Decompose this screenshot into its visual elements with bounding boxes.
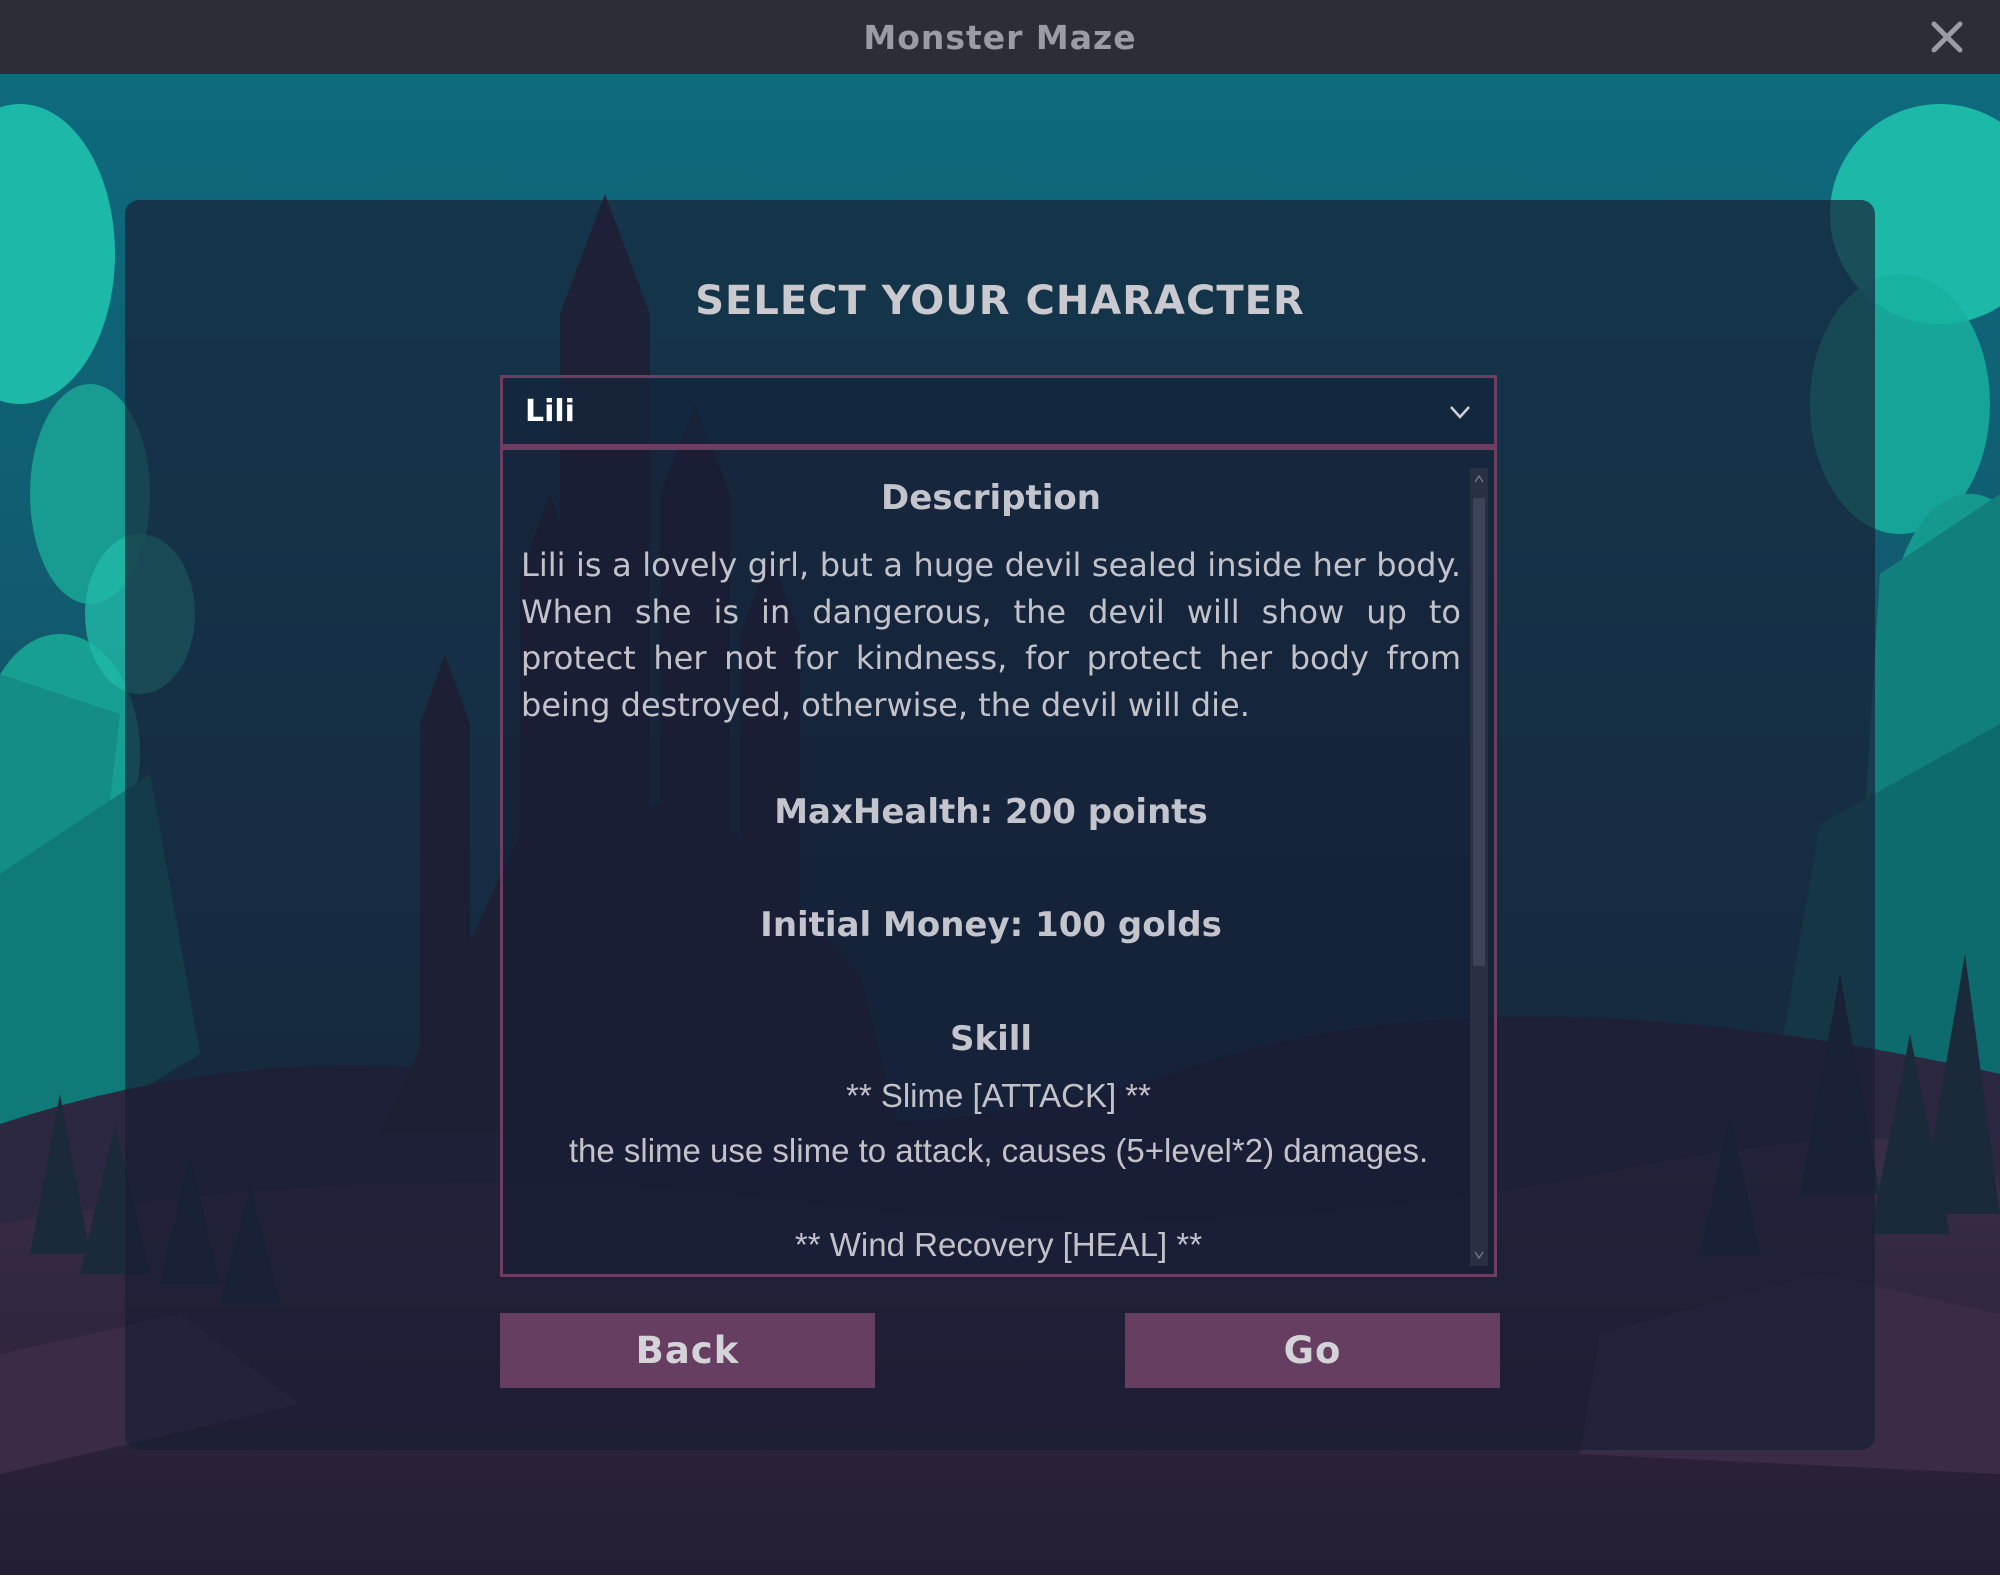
window-title: Monster Maze (863, 17, 1137, 57)
close-button[interactable] (1922, 12, 1972, 62)
description-text: Lili is a lovely girl, but a huge devil … (521, 546, 1461, 724)
info-scrollbar[interactable] (1470, 468, 1488, 1266)
description-heading: Description (881, 478, 1101, 518)
skill-title: ** Slime [ATTACK] ** (845, 1077, 1151, 1114)
initial-money: Initial Money: 100 golds (760, 905, 1222, 945)
close-icon (1931, 21, 1963, 53)
skill-description: the slime use slime to attack, causes (5… (568, 1132, 1429, 1169)
skill-heading: Skill (949, 1019, 1033, 1059)
back-button[interactable]: Back (500, 1313, 875, 1388)
screen-heading: SELECT YOUR CHARACTER (695, 278, 1305, 324)
skill-title: ** Wind Recovery [HEAL] ** (794, 1226, 1203, 1263)
scrollbar-thumb[interactable] (1473, 498, 1485, 966)
chevron-down-icon (1450, 406, 1470, 419)
go-button[interactable]: Go (1125, 1313, 1500, 1388)
character-dropdown[interactable]: Lili (500, 375, 1497, 447)
scroll-down-icon[interactable] (1470, 1244, 1488, 1266)
max-health: MaxHealth: 200 points (774, 792, 1208, 832)
selected-character: Lili (525, 393, 575, 429)
title-bar: Monster Maze (0, 0, 2000, 74)
scroll-up-icon[interactable] (1470, 468, 1488, 490)
character-info-box[interactable]: Description Lili is a lovely girl, but a… (500, 447, 1497, 1277)
